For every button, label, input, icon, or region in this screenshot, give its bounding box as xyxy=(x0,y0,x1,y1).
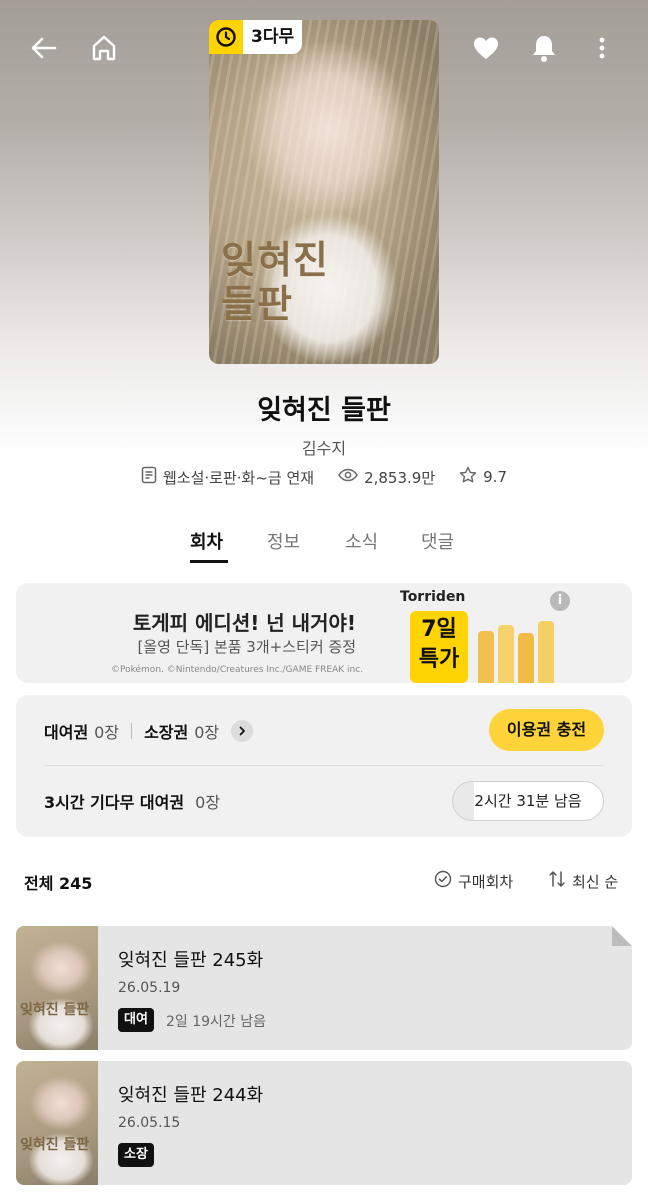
work-meta: 웹소설·로판·화~금 연재 2,853.9만 9.7 xyxy=(0,466,648,488)
episode-date: 26.05.15 xyxy=(118,1115,181,1131)
ad-product-image xyxy=(472,599,564,683)
sort-icon xyxy=(548,870,566,892)
home-icon[interactable] xyxy=(86,30,122,66)
tab-info[interactable]: 정보 xyxy=(267,528,300,554)
thumbnail-title-art: 잊혀진 들판 xyxy=(20,1002,90,1018)
back-arrow-icon[interactable] xyxy=(26,30,62,66)
purchased-filter-label: 구매회차 xyxy=(458,872,514,891)
episode-thumbnail: 잊혀진 들판 xyxy=(16,1061,98,1185)
episode-total: 전체 245 xyxy=(24,874,93,893)
divider xyxy=(44,765,604,766)
wait-timer-pill: 2시간 31분 남음 xyxy=(452,781,604,821)
wait-ticket-row: 3시간 기다무 대여권 0장 xyxy=(44,789,220,813)
ad-promo-sale: 특가 xyxy=(418,647,460,672)
episode-date: 26.05.19 xyxy=(118,980,181,996)
ad-banner[interactable]: 토게피 에디션! 넌 내거야! [올영 단독] 본품 3개+스티커 증정 ©Po… xyxy=(16,583,632,683)
episode-title: 잊혀진 들판 244화 xyxy=(118,1085,264,1106)
rental-ticket-label: 대여권 xyxy=(44,723,89,742)
page-fold-corner xyxy=(612,926,632,946)
episode-thumbnail: 잊혀진 들판 xyxy=(16,926,98,1050)
heart-icon[interactable] xyxy=(468,30,504,66)
tab-comments[interactable]: 댓글 xyxy=(421,528,454,554)
purchased-filter-button[interactable]: 구매회차 xyxy=(434,870,513,892)
episode-remaining-time: 2일 19시간 남음 xyxy=(166,1014,267,1030)
clock-icon xyxy=(209,20,243,54)
ad-promo-badge: 7일 특가 xyxy=(410,611,468,683)
rental-ticket-count: 0장 xyxy=(94,723,120,742)
wait-ticket-label: 3시간 기다무 대여권 xyxy=(44,793,185,812)
charge-ticket-button[interactable]: 이용권 충전 xyxy=(489,709,604,751)
wait-free-badge: 3다무 xyxy=(209,20,303,54)
rating-value: 9.7 xyxy=(483,468,507,486)
cover-title-art: 잊혀진 들판 xyxy=(221,237,329,326)
tab-episodes[interactable]: 회차 xyxy=(190,528,223,554)
eye-icon xyxy=(338,468,358,486)
view-count: 2,853.9만 xyxy=(364,468,436,487)
tab-news[interactable]: 소식 xyxy=(345,528,378,554)
document-icon xyxy=(141,466,157,488)
ad-subtitle: [올영 단독] 본품 3개+스티커 증정 xyxy=(137,638,357,656)
owned-ticket-label: 소장권 xyxy=(144,723,189,742)
more-vertical-icon[interactable] xyxy=(584,30,620,66)
episode-item[interactable]: 잊혀진 들판 잊혀진 들판 244화 26.05.15 소장 xyxy=(16,1061,632,1185)
cover-image[interactable]: 잊혀진 들판 xyxy=(209,20,439,364)
wait-free-badge-label: 3다무 xyxy=(243,20,303,54)
ad-copyright: ©Pokémon. ©Nintendo/Creatures Inc./GAME … xyxy=(111,665,364,675)
sort-button[interactable]: 최신 순 xyxy=(548,870,618,892)
ad-title: 토게피 에디션! 넌 내거야! xyxy=(132,611,356,635)
thumbnail-title-art: 잊혀진 들판 xyxy=(20,1137,90,1153)
episode-list-header: 전체 245 구매회차 최신 순 xyxy=(0,866,648,896)
work-title: 잊혀진 들판 xyxy=(257,395,391,426)
episode-item[interactable]: 잊혀진 들판 잊혀진 들판 245화 26.05.19 대여 2일 19시간 남… xyxy=(16,926,632,1050)
episode-title: 잊혀진 들판 245화 xyxy=(118,950,264,971)
episode-owned-badge: 소장 xyxy=(118,1143,154,1167)
ad-promo-days: 7일 xyxy=(421,617,457,642)
divider xyxy=(131,723,133,739)
owned-ticket-count: 0장 xyxy=(194,723,220,742)
ticket-summary: 대여권 0장 소장권 0장 xyxy=(44,717,254,745)
bell-icon[interactable] xyxy=(526,30,562,66)
content-tabs: 회차 정보 소식 댓글 xyxy=(0,528,648,568)
genre-text: 웹소설·로판·화~금 연재 xyxy=(163,468,315,487)
work-author[interactable]: 김수지 xyxy=(0,435,648,459)
episode-rental-badge: 대여 xyxy=(118,1008,154,1032)
ad-brand: Torriden xyxy=(400,589,466,605)
wait-ticket-count: 0장 xyxy=(195,793,221,812)
star-icon xyxy=(459,466,477,488)
sort-label: 최신 순 xyxy=(572,872,619,891)
active-tab-indicator xyxy=(190,560,228,563)
check-circle-icon xyxy=(434,870,452,892)
ticket-panel: 대여권 0장 소장권 0장 이용권 충전 3시간 기다무 대여권 0장 2시간 … xyxy=(16,695,632,837)
ad-info-icon[interactable]: i xyxy=(550,591,570,611)
chevron-right-icon[interactable] xyxy=(231,720,254,742)
